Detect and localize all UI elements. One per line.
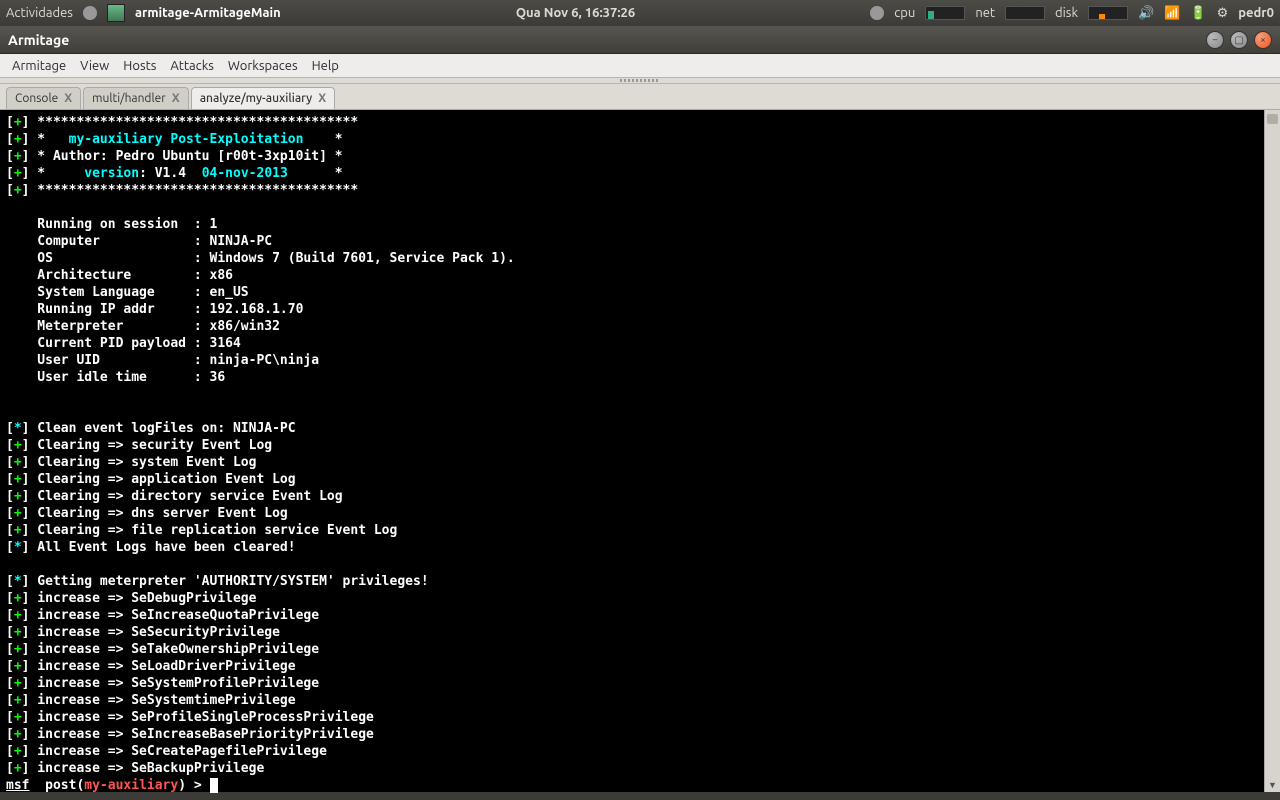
top-panel: Actividades armitage-ArmitageMain Qua No… xyxy=(0,0,1280,26)
tab-analyze-my-auxiliary[interactable]: analyze/my-auxiliary X xyxy=(191,87,335,109)
menu-workspaces[interactable]: Workspaces xyxy=(222,57,304,75)
tab-multi-handler[interactable]: multi/handler X xyxy=(83,87,189,109)
tab-label: analyze/my-auxiliary xyxy=(200,92,313,105)
scroll-thumb[interactable] xyxy=(1267,114,1278,124)
wifi-icon[interactable]: 📶 xyxy=(1164,6,1180,21)
tab-close-icon[interactable]: X xyxy=(64,92,72,105)
minimize-button[interactable]: – xyxy=(1206,31,1224,49)
maximize-button[interactable]: ▢ xyxy=(1230,31,1248,49)
volume-icon[interactable]: 🔊 xyxy=(1138,6,1154,21)
user-menu[interactable]: pedr0 xyxy=(1238,6,1274,20)
tab-close-icon[interactable]: X xyxy=(172,92,180,105)
tab-label: Console xyxy=(15,92,58,105)
menu-hosts[interactable]: Hosts xyxy=(117,57,162,75)
close-button[interactable]: × xyxy=(1254,31,1272,49)
scroll-down-icon[interactable]: ▼ xyxy=(1265,778,1280,792)
tab-bar: Console X multi/handler X analyze/my-aux… xyxy=(0,84,1280,110)
net-label: net xyxy=(975,6,995,20)
console-panel: ▲ ▼ [+] ********************************… xyxy=(0,110,1280,792)
tab-close-icon[interactable]: X xyxy=(318,92,326,105)
disk-graph xyxy=(1088,6,1128,20)
net-graph xyxy=(1005,6,1045,20)
task-icon[interactable] xyxy=(107,4,125,22)
activities-button[interactable]: Actividades xyxy=(6,6,73,20)
menu-view[interactable]: View xyxy=(74,57,115,75)
menu-armitage[interactable]: Armitage xyxy=(6,57,72,75)
tab-label: multi/handler xyxy=(92,92,166,105)
cpu-graph xyxy=(925,6,965,20)
menu-attacks[interactable]: Attacks xyxy=(164,57,220,75)
console-output[interactable]: [+] ************************************… xyxy=(0,110,1280,798)
keyboard-icon[interactable] xyxy=(870,6,884,20)
scrollbar[interactable]: ▲ ▼ xyxy=(1264,110,1280,792)
task-title[interactable]: armitage-ArmitageMain xyxy=(135,6,281,20)
menu-help[interactable]: Help xyxy=(306,57,345,75)
window-titlebar: Armitage – ▢ × xyxy=(0,26,1280,54)
menubar: Armitage View Hosts Attacks Workspaces H… xyxy=(0,54,1280,78)
ubuntu-icon[interactable] xyxy=(83,6,97,20)
tab-console[interactable]: Console X xyxy=(6,87,81,109)
disk-label: disk xyxy=(1055,6,1078,20)
cpu-label: cpu xyxy=(894,6,915,20)
window-title: Armitage xyxy=(8,32,69,48)
clock[interactable]: Qua Nov 6, 16:37:26 xyxy=(291,6,860,20)
battery-icon[interactable]: 🔋 xyxy=(1190,6,1206,21)
user-icon[interactable]: ⚙ xyxy=(1217,6,1229,21)
